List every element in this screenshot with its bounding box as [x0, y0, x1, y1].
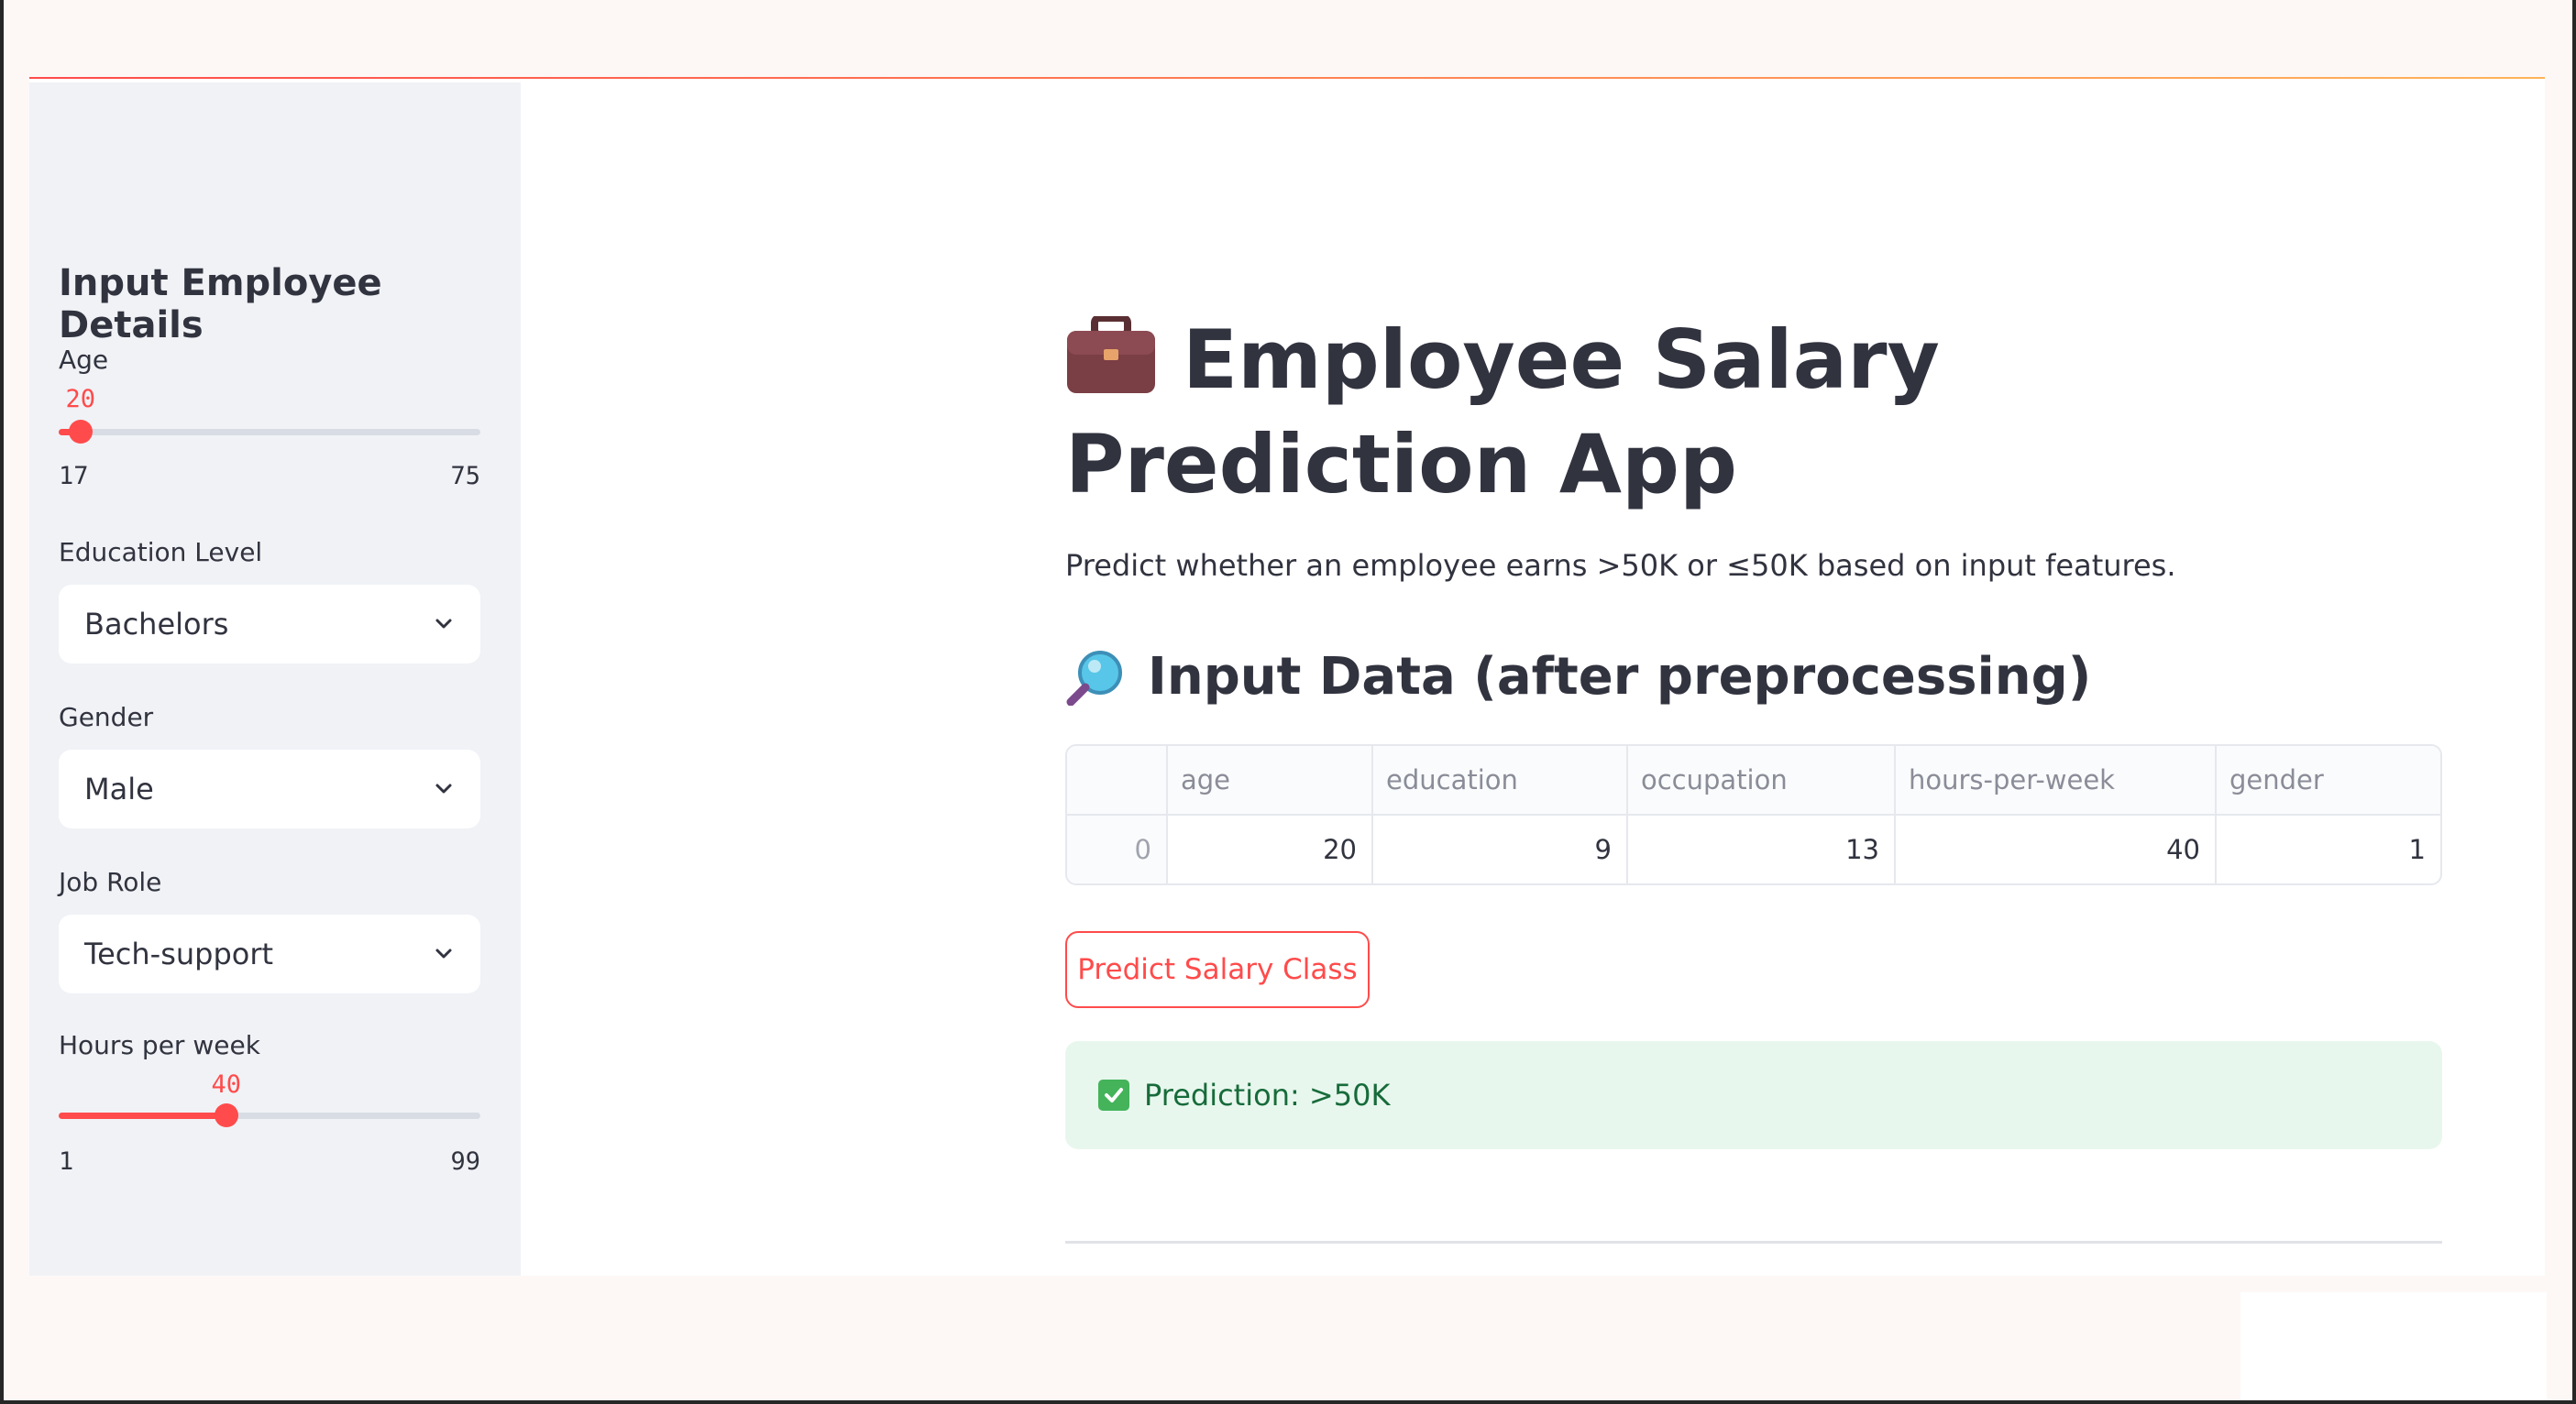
- table-header-education[interactable]: education: [1373, 746, 1628, 816]
- hours-slider-value: 40: [211, 1070, 242, 1099]
- hours-label: Hours per week: [59, 1030, 260, 1060]
- section-heading-text: Input Data (after preprocessing): [1148, 647, 2092, 707]
- sidebar-heading: Input Employee Details: [59, 262, 382, 346]
- table-cell-index: 0: [1067, 816, 1168, 883]
- magnifier-icon: [1066, 650, 1122, 706]
- age-slider-max: 75: [450, 462, 480, 490]
- page-title-text: Employee Salary Prediction App: [1065, 313, 1940, 511]
- age-label: Age: [59, 345, 109, 375]
- sidebar: Input Employee Details Age 20 17 75 Educ…: [29, 82, 521, 1276]
- education-label: Education Level: [59, 537, 263, 567]
- job-role-label: Job Role: [59, 867, 162, 897]
- table-header-row: age education occupation hours-per-week …: [1067, 746, 2440, 816]
- gender-select[interactable]: Male: [59, 750, 480, 828]
- table-row: 0 20 9 13 40 1: [1067, 816, 2440, 883]
- divider: [1065, 1241, 2442, 1244]
- job-role-select-value: Tech-support: [84, 937, 274, 971]
- hours-slider-thumb[interactable]: [215, 1103, 238, 1127]
- age-slider[interactable]: [59, 420, 480, 444]
- table-cell: 1: [2408, 834, 2426, 865]
- table-cell: 20: [1168, 816, 1373, 883]
- chevron-down-icon: [435, 949, 452, 959]
- hours-slider[interactable]: [59, 1103, 480, 1127]
- table-header-occupation[interactable]: occupation: [1628, 746, 1896, 816]
- table-cell: 13: [1628, 816, 1896, 883]
- section-heading: Input Data (after preprocessing): [1065, 647, 2091, 707]
- page-title: Employee Salary Prediction App: [1065, 308, 2385, 517]
- chevron-down-icon: [435, 619, 452, 629]
- table-header-gender[interactable]: gender: [2217, 746, 2440, 816]
- chevron-down-icon: [435, 784, 452, 794]
- table-header-index: [1067, 746, 1168, 816]
- education-select-value: Bachelors: [84, 607, 229, 642]
- input-data-table[interactable]: age education occupation hours-per-week …: [1065, 744, 2442, 885]
- check-mark-icon: [1098, 1080, 1129, 1111]
- hours-slider-min: 1: [59, 1147, 74, 1176]
- briefcase-icon: [1067, 314, 1155, 393]
- age-slider-thumb[interactable]: [69, 420, 93, 444]
- hours-slider-max: 99: [450, 1147, 480, 1176]
- job-role-select[interactable]: Tech-support: [59, 915, 480, 993]
- predict-button[interactable]: Predict Salary Class: [1065, 931, 1370, 1008]
- education-select[interactable]: Bachelors: [59, 585, 480, 664]
- hours-slider-fill: [59, 1113, 226, 1119]
- bottom-panel: [2240, 1292, 2547, 1400]
- table-cell: 9: [1373, 816, 1628, 883]
- table-cell: 40: [1896, 816, 2217, 883]
- table-header-hours-per-week[interactable]: hours-per-week: [1896, 746, 2217, 816]
- gender-select-value: Male: [84, 772, 154, 806]
- prediction-text: Prediction: >50K: [1144, 1078, 1391, 1113]
- age-slider-min: 17: [59, 462, 89, 490]
- age-slider-value: 20: [65, 385, 96, 413]
- table-header-age[interactable]: age: [1168, 746, 1373, 816]
- page-subtitle: Predict whether an employee earns >50K o…: [1065, 548, 2176, 583]
- app-container: Input Employee Details Age 20 17 75 Educ…: [29, 79, 2545, 1276]
- gender-label: Gender: [59, 702, 154, 732]
- prediction-alert: Prediction: >50K: [1065, 1041, 2442, 1149]
